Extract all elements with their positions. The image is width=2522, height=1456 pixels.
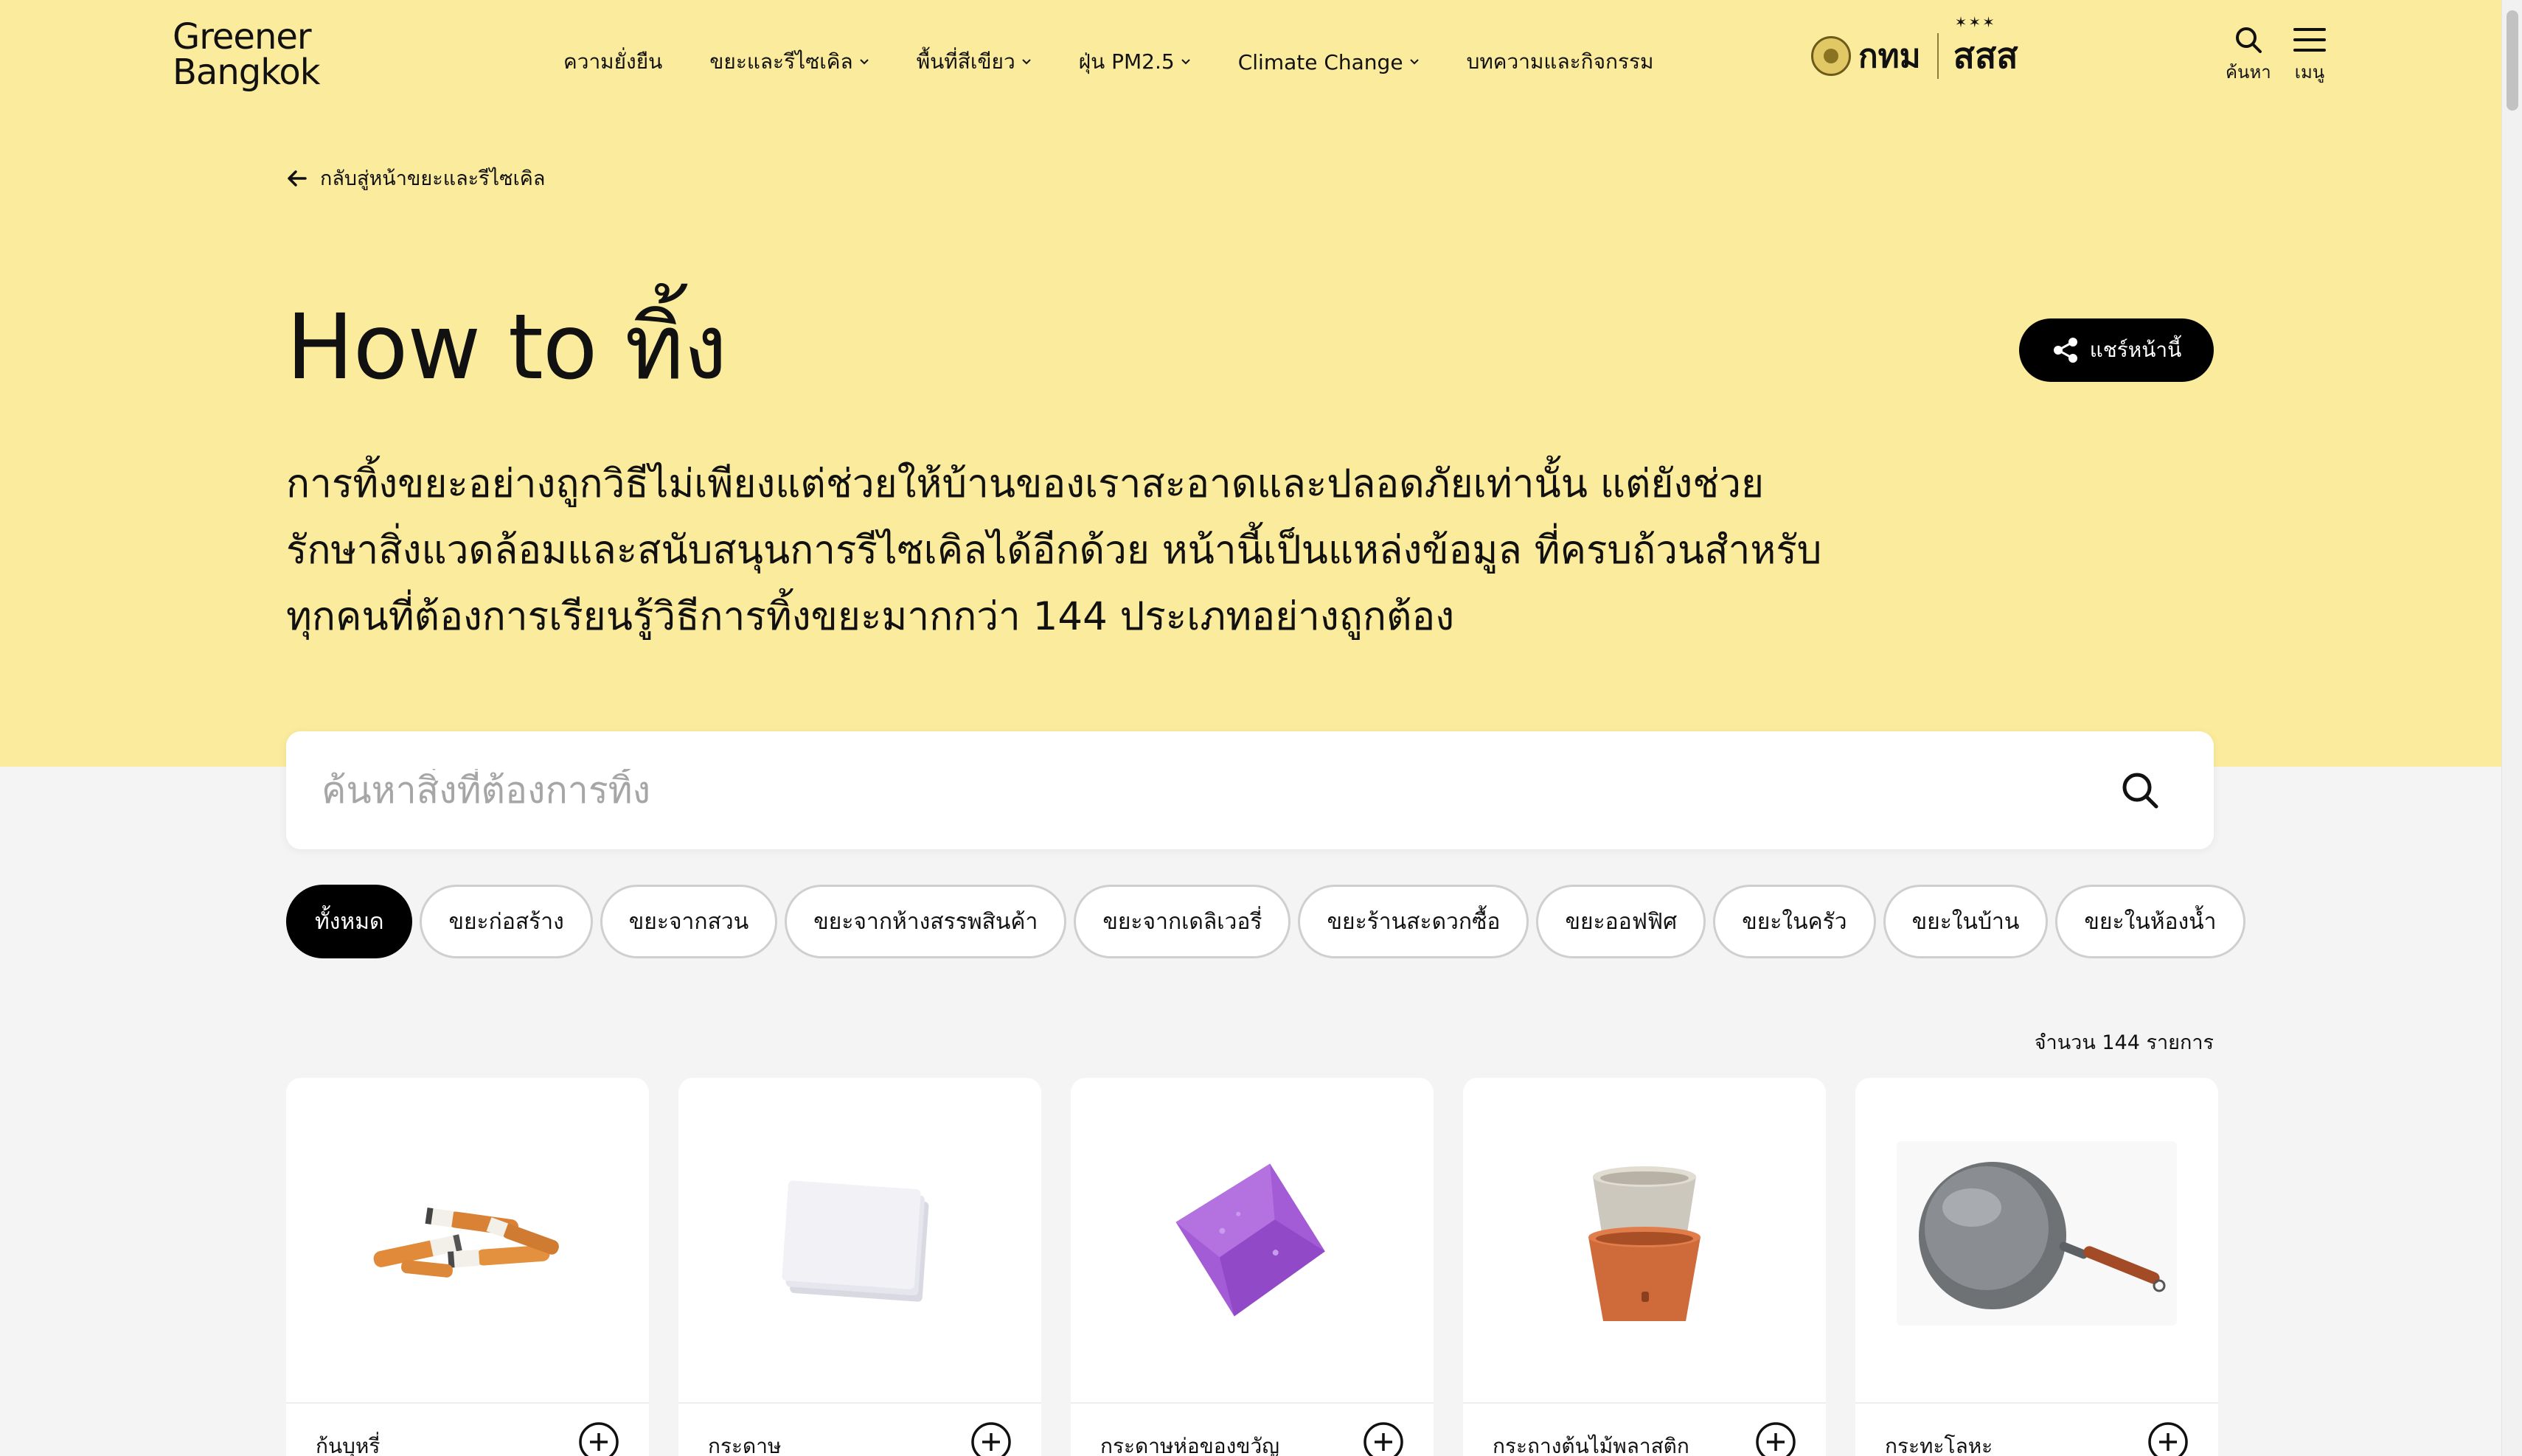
plastic-flower-pot-image: [1463, 1078, 1826, 1402]
back-link-label: กลับสู่หน้าขยะและรีไซเคิล: [320, 167, 546, 190]
card-divider: [678, 1402, 1041, 1404]
card-divider: [1855, 1402, 2218, 1404]
nav-item-sustainability[interactable]: ความยั่งยืน: [563, 46, 662, 78]
share-page-button[interactable]: แชร์หน้านี้: [2019, 318, 2214, 382]
plus-circle-icon[interactable]: [970, 1421, 1012, 1456]
waste-item-grid: ก้นบุหรี่ กระดาษ กระดาษห่อของขวัญ กระถาง…: [286, 1078, 2218, 1456]
nav-label: Climate Change: [1237, 49, 1403, 74]
waste-item-label: กระดาษ: [708, 1434, 782, 1456]
waste-item-card[interactable]: ก้นบุหรี่: [286, 1078, 649, 1456]
category-filters: ทั้งหมด ขยะก่อสร้าง ขยะจากสวน ขยะจากห้าง…: [286, 885, 2245, 958]
bma-seal-icon: [1811, 36, 1851, 76]
card-divider: [286, 1402, 649, 1404]
nav-label: ฝุ่น PM2.5: [1078, 49, 1175, 74]
main-nav: ความยั่งยืน ขยะและรีไซเคิล พื้นที่สีเขีย…: [563, 46, 1701, 78]
filter-chip-kitchen[interactable]: ขยะในครัว: [1713, 885, 1876, 958]
chevron-down-icon: [1181, 59, 1190, 65]
nav-label: ขยะและรีไซเคิล: [709, 49, 853, 74]
metal-wok-image: [1897, 1141, 2177, 1326]
share-icon: [2053, 338, 2077, 363]
filter-chip-bathroom[interactable]: ขยะในห้องน้ำ: [2055, 885, 2245, 958]
waste-search-box: [286, 731, 2214, 849]
menu-label: เมนู: [2294, 62, 2325, 83]
nav-item-climate-change[interactable]: Climate Change: [1238, 46, 1420, 78]
plus-circle-icon[interactable]: [1363, 1421, 1404, 1456]
waste-item-card[interactable]: กระทะโลหะ: [1855, 1078, 2218, 1456]
header-menu-button[interactable]: เมนู: [2293, 25, 2326, 86]
arrow-left-icon: [288, 170, 307, 187]
stars-icon: ✶✶✶: [1954, 13, 1996, 31]
page-title: How to ทิ้ง: [286, 295, 727, 400]
share-label: แชร์หน้านี้: [2089, 338, 2182, 362]
scrollbar-thumb[interactable]: [2507, 10, 2518, 111]
waste-item-card[interactable]: กระดาษ: [678, 1078, 1041, 1456]
filter-chip-garden[interactable]: ขยะจากสวน: [600, 885, 778, 958]
nav-item-green-space[interactable]: พื้นที่สีเขียว: [917, 46, 1032, 78]
greener-bangkok-logo[interactable]: Greener Bangkok: [173, 19, 350, 90]
filter-chip-department-store[interactable]: ขยะจากห้างสรรพสินค้า: [785, 885, 1067, 958]
filter-chip-all[interactable]: ทั้งหมด: [286, 885, 413, 958]
partner-logos: กทม ✶✶✶ สสส: [1811, 13, 2018, 84]
chevron-down-icon: [1021, 59, 1031, 65]
paper-stack-image: [678, 1078, 1041, 1402]
plus-circle-icon[interactable]: [1755, 1421, 1796, 1456]
waste-item-label: ก้นบุหรี่: [316, 1434, 381, 1456]
hamburger-menu-icon: [2293, 28, 2326, 52]
logo-divider: [1936, 33, 1939, 79]
filter-chip-office[interactable]: ขยะออฟฟิศ: [1536, 885, 1706, 958]
bma-logo-text: กทม: [1858, 38, 1921, 75]
logo-line-1: Greener: [173, 16, 312, 58]
back-to-waste-link[interactable]: กลับสู่หน้าขยะและรีไซเคิล: [286, 162, 545, 194]
filter-chip-convenience-store[interactable]: ขยะร้านสะดวกซื้อ: [1298, 885, 1529, 958]
waste-item-label: กระทะโลหะ: [1885, 1434, 1993, 1456]
intro-line: รักษาสิ่งแวดล้อมและสนับสนุนการรีไซเคิลได…: [286, 528, 1822, 573]
result-count: จำนวน 144 รายการ: [2034, 1031, 2214, 1054]
search-label: ค้นหา: [2226, 62, 2271, 83]
waste-item-label: กระดาษห่อของขวัญ: [1100, 1434, 1280, 1456]
intro-line: การทิ้งขยะอย่างถูกวิธีไม่เพียงแต่ช่วยให้…: [286, 461, 1765, 506]
header-search-button[interactable]: ค้นหา: [2226, 25, 2271, 86]
card-divider: [1071, 1402, 1434, 1404]
gift-wrap-paper-image: [1071, 1078, 1434, 1402]
nav-item-articles-activities[interactable]: บทความและกิจกรรม: [1467, 46, 1654, 78]
waste-search-input[interactable]: [322, 769, 2111, 812]
logo-line-2: Bangkok: [173, 52, 320, 93]
card-divider: [1463, 1402, 1826, 1404]
plus-circle-icon[interactable]: [2147, 1421, 2189, 1456]
cigarette-butts-image: [286, 1078, 649, 1402]
waste-item-card[interactable]: กระดาษห่อของขวัญ: [1071, 1078, 1434, 1456]
thaihealth-logo: ✶✶✶ สสส: [1953, 13, 2018, 84]
chevron-down-icon: [859, 59, 869, 65]
thaihealth-logo-text: สสส: [1953, 35, 2018, 77]
page-scrollbar[interactable]: [2501, 0, 2522, 1456]
search-submit-button[interactable]: [2111, 761, 2170, 820]
filter-chip-delivery[interactable]: ขยะจากเดลิเวอรี่: [1074, 885, 1291, 958]
chevron-down-icon: [1409, 59, 1419, 65]
filter-chip-construction[interactable]: ขยะก่อสร้าง: [420, 885, 593, 958]
waste-item-card[interactable]: กระถางต้นไม้พลาสติก: [1463, 1078, 1826, 1456]
intro-paragraph: การทิ้งขยะอย่างถูกวิธีไม่เพียงแต่ช่วยให้…: [286, 451, 1827, 650]
nav-item-pm25[interactable]: ฝุ่น PM2.5: [1079, 46, 1191, 78]
nav-label: ความยั่งยืน: [563, 49, 663, 74]
nav-label: พื้นที่สีเขียว: [916, 49, 1015, 74]
nav-label: บทความและกิจกรรม: [1466, 49, 1654, 74]
search-icon: [2122, 773, 2158, 809]
plus-circle-icon[interactable]: [578, 1421, 619, 1456]
search-icon: [2235, 27, 2262, 53]
intro-line: ทุกคนที่ต้องการเรียนรู้วิธีการทิ้งขยะมาก…: [286, 594, 1455, 639]
waste-item-label: กระถางต้นไม้พลาสติก: [1493, 1434, 1689, 1456]
filter-chip-home[interactable]: ขยะในบ้าน: [1883, 885, 2049, 958]
nav-item-waste-recycling[interactable]: ขยะและรีไซเคิล: [709, 46, 869, 78]
